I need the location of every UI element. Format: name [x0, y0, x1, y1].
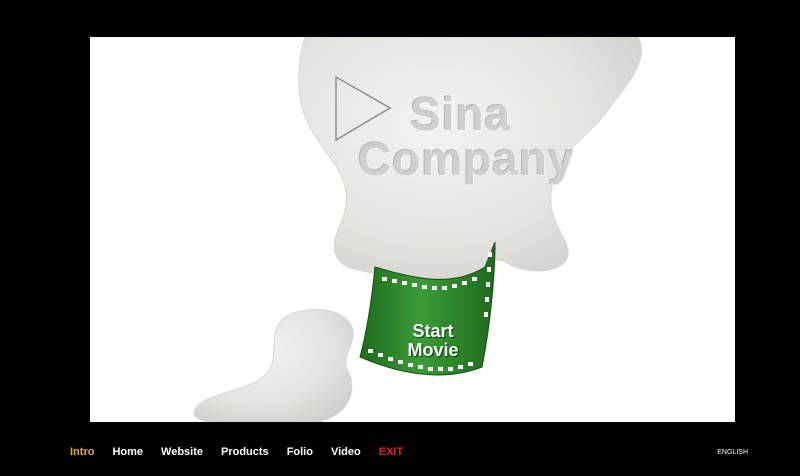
nav-item-website[interactable]: Website	[161, 446, 203, 458]
intro-stage: Sina Company Start Movie	[90, 37, 735, 422]
milk-splash-puddle	[193, 309, 354, 422]
nav-item-exit[interactable]: EXIT	[379, 446, 403, 458]
nav-item-folio[interactable]: Folio	[287, 446, 313, 458]
nav-item-intro[interactable]: Intro	[70, 446, 94, 458]
bottom-navigation: Intro Home Website Products Folio Video …	[70, 446, 421, 458]
nav-item-home[interactable]: Home	[112, 446, 143, 458]
brand-name-line2: Company	[358, 133, 575, 185]
start-movie-button[interactable]: Start Movie	[388, 322, 478, 360]
nav-item-products[interactable]: Products	[221, 446, 269, 458]
nav-item-video[interactable]: Video	[331, 446, 361, 458]
language-switch[interactable]: ENGLISH	[717, 449, 748, 456]
start-movie-label-line1: Start	[412, 321, 454, 341]
start-movie-label-line2: Movie	[407, 340, 459, 360]
